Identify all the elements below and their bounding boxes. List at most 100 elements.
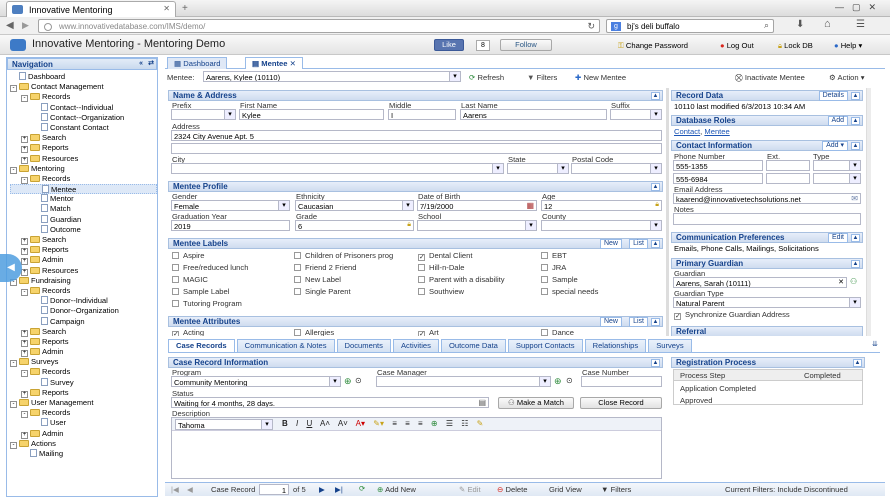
nav-item-admin[interactable]: + Admin	[10, 347, 157, 358]
expand-node-icon[interactable]: +	[21, 238, 28, 245]
phone1-input[interactable]: 555-1355	[673, 160, 763, 171]
window-controls[interactable]: —▢✕	[835, 2, 884, 13]
label-checkbox-allergies[interactable]: Allergies	[294, 328, 334, 336]
program-select[interactable]: Community Mentoring	[171, 376, 341, 387]
description-editor[interactable]: Tahoma B I U A˄ A˅ A▾ ✎▾ ≡ ≡ ≡ ⊕ ☰ ☷ ✎	[171, 417, 662, 479]
expand-node-icon[interactable]: +	[21, 390, 28, 398]
source-edit-icon[interactable]: ✎	[477, 419, 484, 428]
collapse-node-icon[interactable]: -	[10, 166, 17, 174]
ethnicity-select[interactable]: Caucasian	[295, 200, 414, 211]
label-checkbox-friend-2-friend[interactable]: Friend 2 Friend	[294, 263, 357, 272]
expand-node-icon[interactable]: +	[21, 156, 28, 164]
details-button[interactable]: Details	[818, 91, 848, 101]
nav-item-mailing[interactable]: Mailing	[10, 448, 157, 459]
collapse-icon[interactable]: ▲	[651, 92, 660, 100]
prefix-select[interactable]	[171, 109, 236, 120]
label-checkbox-aspire[interactable]: Aspire	[172, 251, 205, 260]
bold-icon[interactable]: B	[282, 419, 288, 428]
collapse-icon[interactable]: ▲	[651, 318, 660, 326]
tab-case-records[interactable]: Case Records	[168, 339, 235, 352]
nav-item-reports[interactable]: + Reports	[10, 337, 157, 347]
status-input[interactable]: Waiting for 4 months, 28 days. ▤	[171, 397, 489, 408]
nav-item-search[interactable]: + Search	[10, 133, 157, 144]
phone1-type-select[interactable]	[813, 160, 861, 171]
nav-item-dashboard[interactable]: Dashboard	[10, 72, 157, 82]
manager-add-icon[interactable]: ⊕	[554, 376, 562, 387]
nav-item-constant-contact[interactable]: Constant Contact	[10, 122, 157, 133]
align-left-icon[interactable]: ≡	[392, 419, 397, 428]
add-new-button[interactable]: ⊕ Add New	[377, 485, 416, 494]
collapse-icon[interactable]: ▲	[851, 234, 860, 242]
label-checkbox-free-reduced-lunch[interactable]: Free/reduced lunch	[172, 263, 248, 272]
role-mentee-link[interactable]: Mentee	[704, 127, 729, 136]
label-checkbox-art[interactable]: ✓ Art	[418, 328, 439, 336]
state-select[interactable]	[507, 163, 569, 174]
label-checkbox-dance[interactable]: Dance	[541, 328, 574, 336]
collapse-node-icon[interactable]: -	[21, 95, 28, 103]
pager-refresh-icon[interactable]: ⟳	[359, 484, 365, 493]
action-menu-button[interactable]: ⚙ Action ▾	[829, 73, 865, 82]
guardian-input[interactable]: Aarens, Sarah (10111) ✕	[673, 277, 847, 288]
postal-code-select[interactable]	[571, 163, 662, 174]
page-number-input[interactable]: 1	[259, 484, 289, 495]
new-tab-button[interactable]: +	[182, 3, 188, 14]
underline-icon[interactable]: U	[306, 419, 312, 428]
label-checkbox-sample-label[interactable]: Sample Label	[172, 287, 229, 296]
collapse-icon[interactable]: ▲	[651, 359, 660, 367]
nav-item-resources[interactable]: + Resources	[10, 266, 157, 276]
nav-item-surveys[interactable]: - Surveys	[10, 357, 157, 368]
first-page-icon[interactable]: |◀	[171, 485, 179, 494]
label-checkbox-special-needs[interactable]: special needs	[541, 287, 598, 296]
link-icon[interactable]: ⊕	[431, 419, 438, 428]
delete-button[interactable]: ⊖ Delete	[497, 485, 527, 494]
collapse-icon[interactable]: ▲	[851, 260, 860, 268]
expand-node-icon[interactable]: +	[21, 339, 28, 347]
label-checkbox-tutoring-program[interactable]: Tutoring Program	[172, 299, 242, 308]
expand-bottom-icon[interactable]: ⇊	[872, 340, 878, 348]
collapse-node-icon[interactable]: -	[10, 85, 17, 93]
facebook-like-button[interactable]: Like	[434, 39, 464, 51]
numbered-list-icon[interactable]: ☷	[461, 419, 468, 428]
tab-surveys[interactable]: Surveys	[648, 339, 692, 352]
prev-page-icon[interactable]: ◀	[187, 485, 193, 494]
highlight-icon[interactable]: ✎▾	[373, 419, 384, 428]
tab-close-icon[interactable]: ✕	[290, 59, 296, 68]
nav-item-match[interactable]: Match	[10, 204, 157, 214]
collapse-nav-icon[interactable]: «	[139, 59, 143, 69]
manager-dropdown-icon[interactable]: ⊙	[566, 376, 573, 385]
envelope-icon[interactable]: ✉	[851, 194, 858, 203]
sync-guardian-checkbox[interactable]: ✓ Synchronize Guardian Address	[674, 310, 790, 320]
collapse-icon[interactable]: ▲	[651, 183, 660, 191]
label-checkbox-jra[interactable]: JRA	[541, 263, 566, 272]
grid-view-button[interactable]: Grid View	[549, 485, 582, 494]
nav-item-mentor[interactable]: Mentor	[10, 194, 157, 204]
expand-node-icon[interactable]: +	[21, 268, 28, 276]
status-list-icon[interactable]: ▤	[478, 398, 486, 407]
contact-add-button[interactable]: Add ▾	[822, 141, 848, 151]
bullet-list-icon[interactable]: ☰	[446, 419, 453, 428]
address-line2-input[interactable]	[171, 143, 662, 154]
menu-icon[interactable]: ☰	[856, 19, 865, 30]
nav-item-search[interactable]: + Search	[10, 235, 157, 245]
label-checkbox-sample[interactable]: Sample	[541, 275, 578, 284]
collapse-node-icon[interactable]: -	[21, 176, 28, 184]
font-shrink-icon[interactable]: A˅	[338, 419, 348, 428]
label-checkbox-southview[interactable]: Southview	[418, 287, 464, 296]
collapse-icon[interactable]: ▲	[651, 240, 660, 248]
attributes-list-button[interactable]: List	[629, 317, 648, 327]
nav-item-survey[interactable]: Survey	[10, 377, 157, 388]
graduation-year-input[interactable]: 2019	[171, 220, 290, 231]
guardian-lookup-icon[interactable]: ⚇	[850, 277, 861, 288]
font-grow-icon[interactable]: A˄	[320, 419, 330, 428]
nav-item-search[interactable]: + Search	[10, 327, 157, 337]
new-mentee-button[interactable]: ✚ New Mentee	[575, 73, 626, 82]
collapse-node-icon[interactable]: -	[21, 288, 28, 296]
ext2-input[interactable]	[766, 173, 810, 184]
tab-outcome-data[interactable]: Outcome Data	[440, 339, 506, 352]
reload-icon[interactable]: ↻	[587, 21, 595, 32]
label-checkbox-ebt[interactable]: EBT	[541, 251, 567, 260]
calendar-icon[interactable]: ▦	[526, 201, 534, 210]
first-name-input[interactable]: Kylee	[239, 109, 384, 120]
dob-input[interactable]: 7/19/2000 ▦	[417, 200, 537, 211]
right-scrollbar[interactable]	[866, 88, 871, 336]
